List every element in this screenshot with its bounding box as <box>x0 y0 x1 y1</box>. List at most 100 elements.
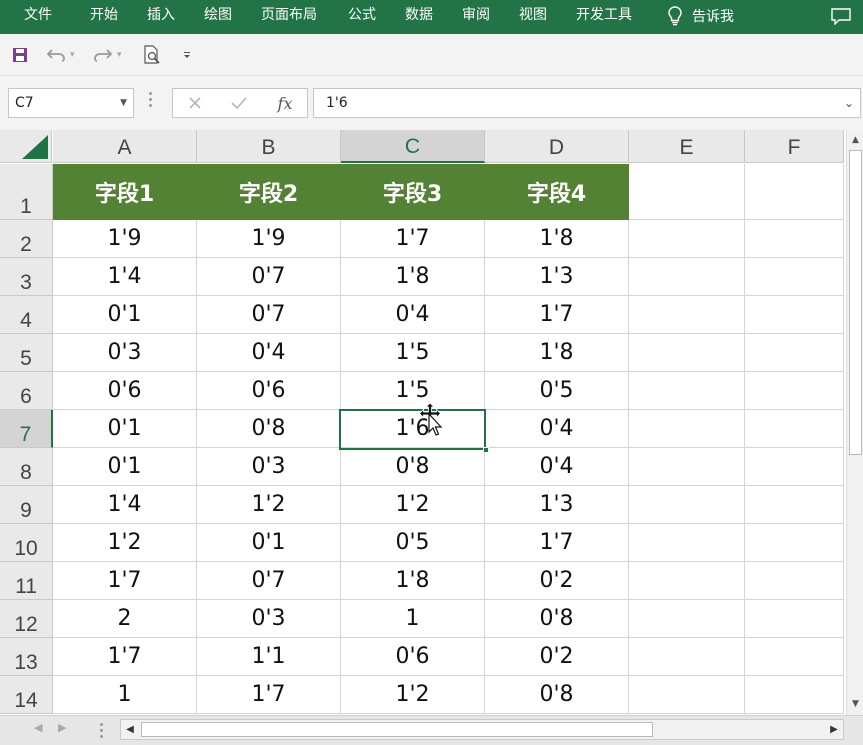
tab-file[interactable]: 文件 <box>24 0 52 32</box>
cell-b6[interactable]: 0'6 <box>197 372 341 410</box>
column-header-d[interactable]: D <box>485 130 629 163</box>
cell-b9[interactable]: 1'2 <box>197 486 341 524</box>
cell-f14[interactable] <box>745 676 844 714</box>
cell-c10[interactable]: 0'5 <box>341 524 485 562</box>
cell-f2[interactable] <box>745 220 844 258</box>
cell-e3[interactable] <box>629 258 745 296</box>
cell-e10[interactable] <box>629 524 745 562</box>
cell-d3[interactable]: 1'3 <box>485 258 629 296</box>
cell-a2[interactable]: 1'9 <box>53 220 197 258</box>
cell-b5[interactable]: 0'4 <box>197 334 341 372</box>
row-header-12[interactable]: 12 <box>0 600 53 638</box>
cell-f10[interactable] <box>745 524 844 562</box>
horizontal-scrollbar[interactable]: ◀ ▶ <box>120 719 844 740</box>
save-button[interactable] <box>12 34 28 76</box>
cell-d7[interactable]: 0'4 <box>485 410 629 448</box>
row-header-10[interactable]: 10 <box>0 524 53 562</box>
cell-b10[interactable]: 0'1 <box>197 524 341 562</box>
cell-c3[interactable]: 1'8 <box>341 258 485 296</box>
cell-d12[interactable]: 0'8 <box>485 600 629 638</box>
tab-formulas[interactable]: 公式 <box>348 0 376 32</box>
vertical-scrollbar[interactable]: ▲ ▼ <box>846 130 863 715</box>
cell-e6[interactable] <box>629 372 745 410</box>
column-header-f[interactable]: F <box>745 130 844 163</box>
cell-c11[interactable]: 1'8 <box>341 562 485 600</box>
redo-dropdown-icon[interactable]: ▾ <box>117 50 122 60</box>
cell-b2[interactable]: 1'9 <box>197 220 341 258</box>
cell-d14[interactable]: 0'8 <box>485 676 629 714</box>
scroll-right-icon[interactable]: ▶ <box>825 720 843 739</box>
cell-c6[interactable]: 1'5 <box>341 372 485 410</box>
tab-view[interactable]: 视图 <box>519 0 547 32</box>
cell-d6[interactable]: 0'5 <box>485 372 629 410</box>
cell-e14[interactable] <box>629 676 745 714</box>
name-box[interactable]: C7 ▼ <box>8 88 134 118</box>
cell-f4[interactable] <box>745 296 844 334</box>
cell-e9[interactable] <box>629 486 745 524</box>
cell-c8[interactable]: 0'8 <box>341 448 485 486</box>
scroll-up-icon[interactable]: ▲ <box>849 133 862 146</box>
sheet-nav-next-icon[interactable]: ▶ <box>58 721 66 734</box>
cell-c12[interactable]: 1 <box>341 600 485 638</box>
cell-f9[interactable] <box>745 486 844 524</box>
row-header-7[interactable]: 7 <box>0 410 53 448</box>
cell-c14[interactable]: 1'2 <box>341 676 485 714</box>
column-header-c[interactable]: C <box>341 130 485 163</box>
scroll-down-icon[interactable]: ▼ <box>849 697 862 710</box>
cancel-button[interactable] <box>175 89 215 117</box>
tab-home[interactable]: 开始 <box>90 0 118 32</box>
cell-e12[interactable] <box>629 600 745 638</box>
cell-a11[interactable]: 1'7 <box>53 562 197 600</box>
cell-e8[interactable] <box>629 448 745 486</box>
cell-e7[interactable] <box>629 410 745 448</box>
cell-b13[interactable]: 1'1 <box>197 638 341 676</box>
cell-e11[interactable] <box>629 562 745 600</box>
column-header-a[interactable]: A <box>53 130 197 163</box>
column-header-e[interactable]: E <box>629 130 745 163</box>
cell-a8[interactable]: 0'1 <box>53 448 197 486</box>
cell-c5[interactable]: 1'5 <box>341 334 485 372</box>
fill-handle[interactable] <box>483 447 489 453</box>
comments-icon[interactable] <box>831 8 851 25</box>
cell-f13[interactable] <box>745 638 844 676</box>
cell-e1[interactable] <box>629 164 745 220</box>
enter-button[interactable] <box>219 89 259 117</box>
cell-f12[interactable] <box>745 600 844 638</box>
tab-review[interactable]: 审阅 <box>462 0 490 32</box>
customize-qat-button[interactable] <box>183 34 191 76</box>
cell-d5[interactable]: 1'8 <box>485 334 629 372</box>
row-header-11[interactable]: 11 <box>0 562 53 600</box>
cell-c4[interactable]: 0'4 <box>341 296 485 334</box>
cell-a3[interactable]: 1'4 <box>53 258 197 296</box>
tell-me-box[interactable]: 告诉我 <box>668 0 734 32</box>
tab-data[interactable]: 数据 <box>405 0 433 32</box>
cell-c9[interactable]: 1'2 <box>341 486 485 524</box>
cell-a9[interactable]: 1'4 <box>53 486 197 524</box>
cell-f1[interactable] <box>745 164 844 220</box>
cell-a13[interactable]: 1'7 <box>53 638 197 676</box>
cell-c2[interactable]: 1'7 <box>341 220 485 258</box>
row-header-14[interactable]: 14 <box>0 676 53 714</box>
cell-d8[interactable]: 0'4 <box>485 448 629 486</box>
row-header-13[interactable]: 13 <box>0 638 53 676</box>
cell-a14[interactable]: 1 <box>53 676 197 714</box>
row-header-9[interactable]: 9 <box>0 486 53 524</box>
cell-b14[interactable]: 1'7 <box>197 676 341 714</box>
cell-b4[interactable]: 0'7 <box>197 296 341 334</box>
undo-button[interactable]: ▾ <box>46 34 75 76</box>
cell-a5[interactable]: 0'3 <box>53 334 197 372</box>
cell-a6[interactable]: 0'6 <box>53 372 197 410</box>
undo-dropdown-icon[interactable]: ▾ <box>70 50 75 60</box>
cell-d2[interactable]: 1'8 <box>485 220 629 258</box>
cell-d4[interactable]: 1'7 <box>485 296 629 334</box>
tab-insert[interactable]: 插入 <box>147 0 175 32</box>
cell-f11[interactable] <box>745 562 844 600</box>
cell-c13[interactable]: 0'6 <box>341 638 485 676</box>
insert-function-button[interactable]: fx <box>265 89 305 117</box>
formula-bar-grip[interactable] <box>149 92 153 112</box>
vertical-scroll-thumb[interactable] <box>849 150 862 455</box>
redo-button[interactable]: ▾ <box>93 34 122 76</box>
worksheet-grid[interactable]: A B C D E F 1 字段1 字段2 字段3 字段4 2 1'9 1'9 1'7 1'8 3 1'4 0'7 1… <box>0 130 846 715</box>
tab-draw[interactable]: 绘图 <box>204 0 232 32</box>
row-header-1[interactable]: 1 <box>0 164 53 220</box>
